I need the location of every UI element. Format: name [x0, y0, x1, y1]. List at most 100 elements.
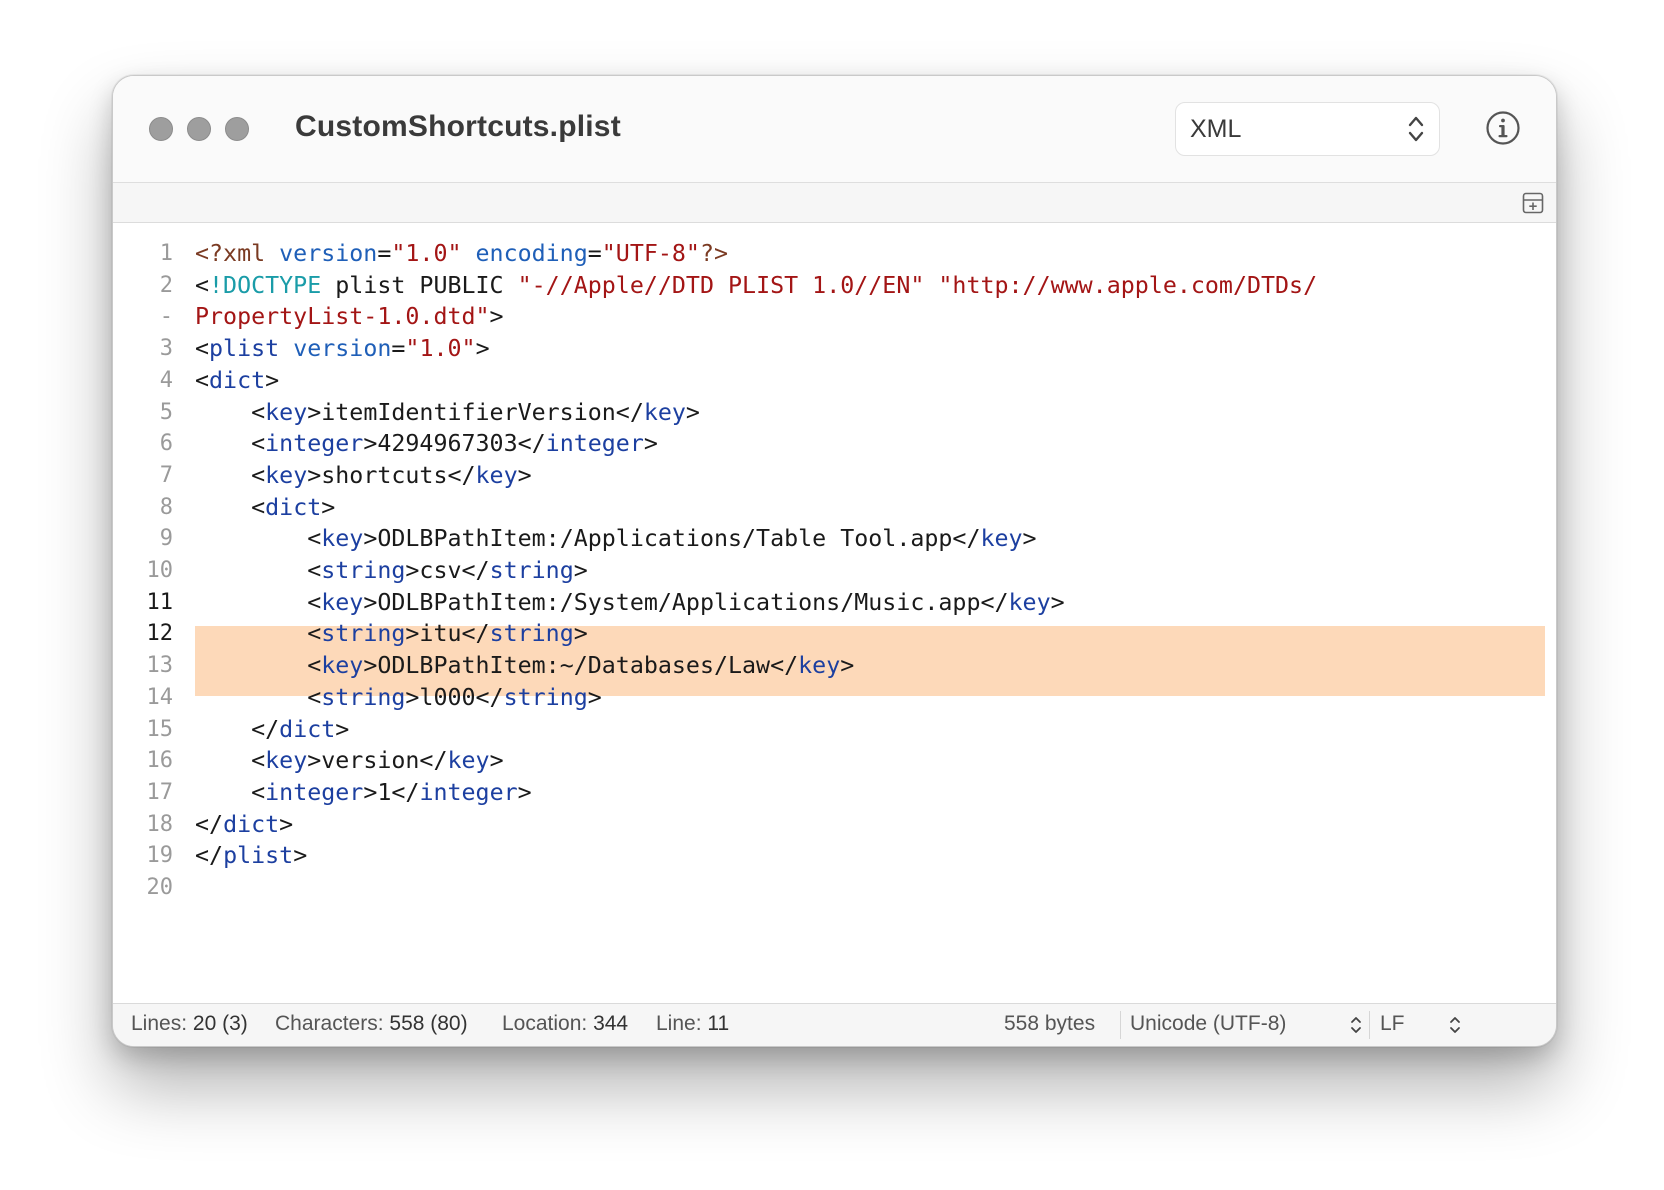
split-editor-icon[interactable] [1522, 192, 1544, 214]
code-token: > [517, 778, 532, 806]
code-token: < [251, 778, 266, 806]
line-number: 20 [146, 875, 174, 900]
code-token: >ODLBPathItem:/Applications/Table Tool.a… [363, 525, 981, 553]
code-line: <plist version="1.0"> [195, 332, 490, 366]
code-token: > [840, 652, 855, 680]
navigation-bar [113, 183, 1556, 223]
line-number: 12 [146, 621, 174, 647]
line-ending-select[interactable]: LF [1380, 1012, 1405, 1036]
encoding-chevron-icon [1351, 1017, 1361, 1033]
code-token: <?xml [195, 240, 280, 267]
code-token: >itemIdentifierVersion</ [307, 398, 644, 426]
code-token: < [251, 747, 266, 775]
code-line: <integer>4294967303</integer> [195, 427, 658, 461]
code-token: >ODLBPathItem:/System/Applications/Music… [363, 588, 1009, 616]
code-token: > [489, 303, 504, 331]
line-number: 2 [159, 272, 173, 298]
code-token: >4294967303</ [363, 430, 546, 458]
status-line-count: Lines: 20 (3) [131, 1012, 248, 1035]
code-line: PropertyList-1.0.dtd"> [195, 300, 504, 334]
code-token: > [643, 430, 658, 458]
code-token: key [265, 461, 308, 489]
line-number: 5 [159, 399, 173, 425]
code-token: < [307, 588, 322, 616]
code-token: > [685, 398, 700, 426]
status-current-line: Line: 11 [656, 1012, 730, 1035]
code-token: > [265, 366, 280, 394]
code-token: > [1022, 525, 1037, 553]
code-token: string [489, 557, 574, 584]
code-token: < [251, 398, 266, 426]
code-token: < [307, 683, 322, 711]
code-line: <string>csv</string> [195, 554, 588, 588]
code-token: string [321, 683, 406, 711]
code-token: key [1008, 588, 1051, 616]
editor-window: CustomShortcuts.plist XML 1 2-3 4 5 6 7 8 9 10 11… [112, 75, 1557, 1047]
code-token: key [265, 398, 308, 426]
syntax-style-value: XML [1190, 115, 1242, 143]
code-token: >shortcuts</ [307, 461, 476, 489]
code-token: </ [195, 810, 224, 838]
code-token: < [307, 620, 322, 648]
code-token: ?> [699, 240, 729, 267]
code-token: encoding [475, 240, 588, 267]
code-token: < [195, 271, 210, 299]
code-token: integer [419, 778, 518, 806]
code-line: <dict> [195, 491, 335, 525]
syntax-style-select[interactable]: XML [1175, 102, 1440, 156]
line-ending-chevron-icon [1450, 1017, 1460, 1033]
encoding-select[interactable]: Unicode (UTF-8) [1130, 1012, 1286, 1036]
code-token: > [293, 842, 308, 870]
code-token: > [475, 335, 490, 363]
status-bar: Lines: 20 (3) Characters: 558 (80) Locat… [113, 1003, 1556, 1046]
minimize-window-button[interactable] [187, 117, 211, 141]
code-line: <key>ODLBPathItem:~/Databases/Law</key> [195, 649, 854, 683]
code-token: version [293, 335, 392, 363]
line-number: 13 [146, 653, 174, 679]
code-line: <key>version</key> [195, 744, 503, 778]
code-token: dict [223, 810, 280, 838]
code-token: = [587, 240, 602, 267]
line-number: 6 [159, 431, 173, 457]
text-editor[interactable]: 1 2-3 4 5 6 7 8 9 10 11 12 13 14 15 16 17 18 19 20 <?xml v… [113, 223, 1556, 1003]
line-number: 16 [146, 748, 174, 774]
line-number: - [159, 304, 173, 330]
code-token: key [321, 652, 364, 680]
code-token: integer [265, 430, 364, 458]
code-token: < [195, 366, 210, 394]
line-number: 10 [146, 558, 174, 583]
line-number: 17 [146, 779, 174, 805]
line-number: 7 [159, 462, 173, 488]
code-token: integer [545, 430, 644, 458]
code-token: </ [251, 715, 280, 743]
code-token: "-//Apple//DTD PLIST 1.0//EN" "http://ww… [517, 271, 1318, 299]
line-number: 14 [146, 684, 174, 710]
code-token: key [643, 398, 686, 426]
code-line: <key>itemIdentifierVersion</key> [195, 396, 700, 430]
status-location: Location: 344 [502, 1012, 629, 1035]
close-window-button[interactable] [149, 117, 173, 141]
zoom-window-button[interactable] [225, 117, 249, 141]
code-token: < [307, 557, 322, 584]
code-token: plist PUBLIC [321, 271, 518, 299]
code-token: >1</ [363, 778, 420, 806]
code-token: < [251, 461, 266, 489]
code-token: plist [223, 842, 294, 870]
code-token: PropertyList-1.0.dtd" [195, 303, 490, 331]
code-line: <integer>1</integer> [195, 776, 532, 810]
line-number: 8 [159, 494, 173, 520]
code-token: string [489, 620, 574, 648]
line-number: 1 [159, 241, 173, 266]
code-token: < [307, 525, 322, 553]
code-token: dict [279, 715, 336, 743]
status-character-count: Characters: 558 (80) [275, 1012, 468, 1035]
line-number: 15 [146, 716, 174, 742]
code-line: < key>ODLBPathItem:/System/Applications/M… [195, 586, 1064, 620]
code-line: <string>itu</string> [195, 617, 588, 651]
status-file-size: 558 bytes [1004, 1012, 1096, 1035]
window-title: CustomShortcuts.plist [295, 110, 621, 143]
code-token: key [475, 461, 518, 489]
code-line: <key>ODLBPathItem:/Applications/Table To… [195, 522, 1037, 556]
info-circle-icon[interactable] [1485, 110, 1521, 146]
